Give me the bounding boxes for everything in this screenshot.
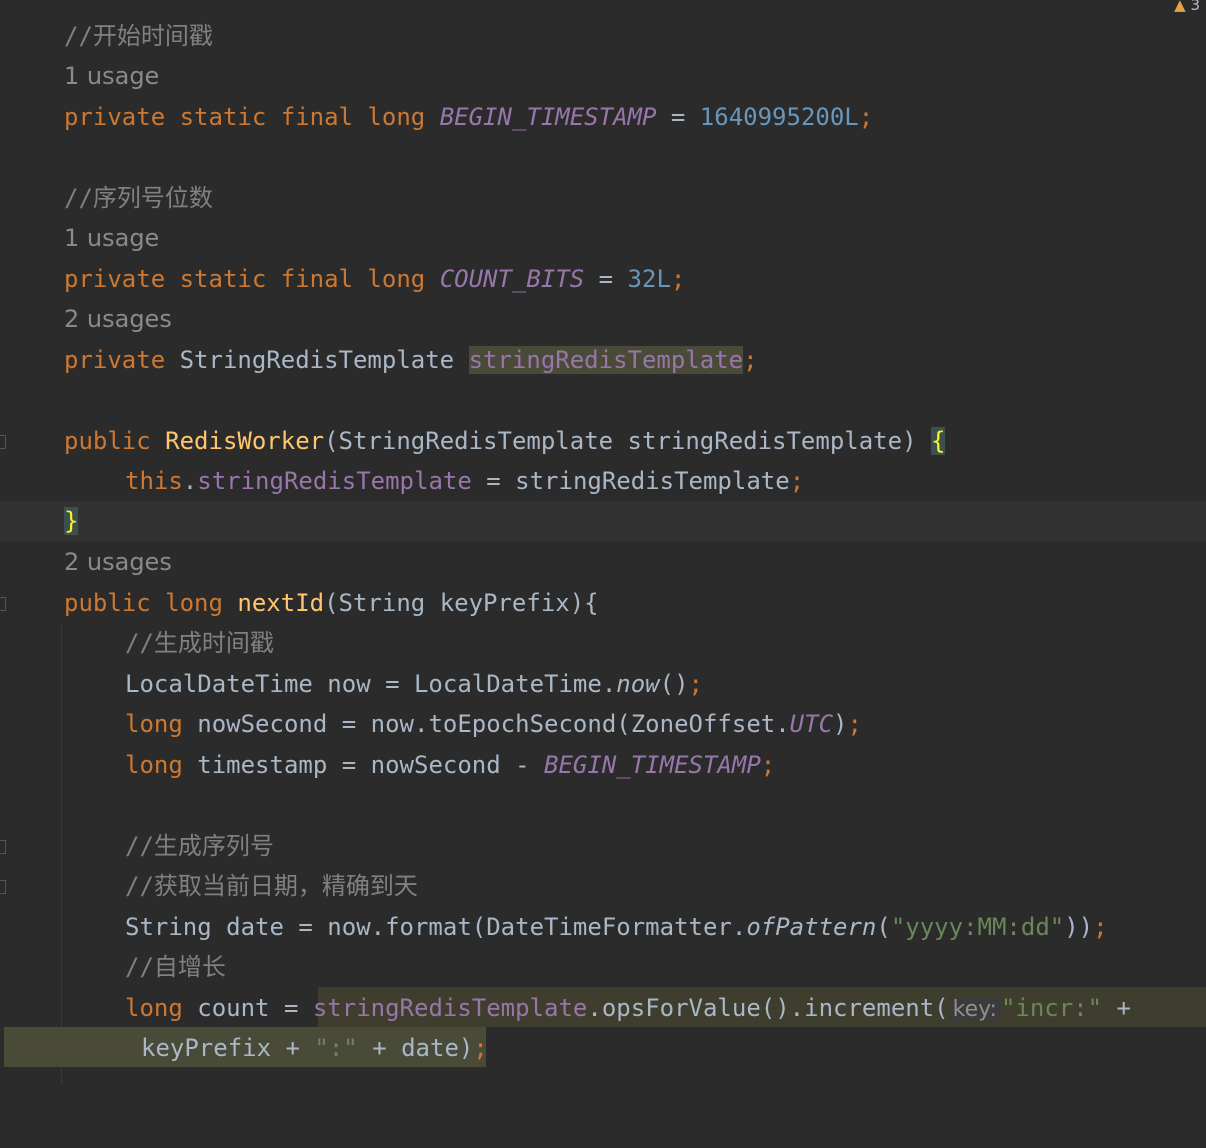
method-name: RedisWorker [165, 427, 325, 455]
operator: = [584, 265, 628, 293]
code-line[interactable]: long timestamp = nowSecond - BEGIN_TIMES… [0, 745, 1206, 785]
keyword: long [125, 994, 198, 1022]
warning-icon: ▲ [1174, 0, 1186, 14]
semicolon: ; [743, 346, 758, 374]
parameters: (StringRedisTemplate stringRedisTemplate… [324, 427, 931, 455]
field-name: stringRedisTemplate [312, 994, 588, 1022]
usage-hint[interactable]: 2 usages [64, 542, 172, 582]
code-comment: //开始时间戳 [64, 22, 213, 50]
parens: ( [876, 913, 891, 941]
code-line-wrapped[interactable]: keyPrefix + ":" + date); [0, 1028, 1206, 1068]
code-line[interactable]: private static final long COUNT_BITS = 3… [0, 259, 1206, 299]
number-literal: 1640995200L [699, 103, 859, 131]
code-line[interactable]: private StringRedisTemplate stringRedisT… [0, 340, 1206, 380]
code-comment: //序列号位数 [64, 184, 213, 212]
parameters: (String keyPrefix){ [324, 589, 599, 617]
matched-brace: { [930, 427, 946, 455]
parens: () [659, 670, 689, 698]
semicolon: ; [670, 265, 686, 293]
code-line[interactable]: //生成序列号 [0, 826, 1206, 866]
code-line[interactable]: this.stringRedisTemplate = stringRedisTe… [0, 461, 1206, 501]
keyword: public [64, 427, 166, 455]
keyword: public long [64, 589, 238, 617]
string-literal: ":" [314, 1034, 358, 1062]
code-line[interactable]: private static final long BEGIN_TIMESTAM… [0, 97, 1206, 137]
code-line[interactable]: long count = stringRedisTemplate.opsForV… [0, 988, 1206, 1028]
keyword: private static final long [64, 103, 440, 131]
code-line[interactable]: //获取当前日期，精确到天 [0, 866, 1206, 906]
semicolon: ; [1093, 913, 1108, 941]
usage-hint[interactable]: 1 usage [64, 218, 159, 258]
string-literal: "yyyy:MM:dd" [890, 913, 1065, 941]
keyword: long [125, 751, 198, 779]
matched-brace: } [64, 507, 79, 535]
semicolon: ; [760, 751, 776, 779]
field-name[interactable]: stringRedisTemplate [468, 346, 744, 374]
semicolon: ; [688, 670, 703, 698]
statement: + date) [357, 1034, 474, 1062]
semicolon: ; [858, 103, 874, 131]
semicolon: ; [473, 1034, 488, 1062]
statement: keyPrefix + [141, 1034, 315, 1062]
code-line[interactable]: //序列号位数 [0, 178, 1206, 218]
constant-name: COUNT_BITS [439, 265, 585, 293]
warnings-indicator[interactable]: ▲ 3 [1174, 0, 1200, 14]
static-call: ofPattern [746, 913, 877, 941]
usage-hint-line[interactable]: 2 usages [0, 542, 1206, 582]
code-comment: //自增长 [125, 953, 226, 981]
usage-hint-line[interactable]: 1 usage [0, 56, 1206, 96]
code-line[interactable]: public long nextId(String keyPrefix){ [0, 583, 1206, 623]
keyword: private static final long [64, 265, 440, 293]
code-comment: //生成时间戳 [125, 629, 274, 657]
keyword: long [125, 710, 198, 738]
string-literal: "incr:" [1000, 994, 1103, 1022]
operator: + [1102, 994, 1132, 1022]
code-line[interactable]: //自增长 [0, 947, 1206, 987]
code-line[interactable]: LocalDateTime now = LocalDateTime.now(); [0, 664, 1206, 704]
usage-hint[interactable]: 1 usage [64, 56, 159, 96]
code-line[interactable]: //开始时间戳 [0, 16, 1206, 56]
parameter-hint: key: [948, 997, 1001, 1022]
statement: nowSecond = now.toEpochSecond(ZoneOffset… [197, 710, 790, 738]
code-line[interactable]: long nowSecond = now.toEpochSecond(ZoneO… [0, 704, 1206, 744]
statement: String date = now.format(DateTimeFormatt… [125, 913, 747, 941]
parens: )) [1064, 913, 1094, 941]
constant-name: BEGIN_TIMESTAMP [439, 103, 657, 131]
field-name: stringRedisTemplate [197, 467, 472, 495]
constant-name: BEGIN_TIMESTAMP [544, 751, 761, 779]
parens: ) [833, 710, 848, 738]
code-comment: //生成序列号 [125, 832, 274, 860]
editor-pane[interactable]: ▲ 3 3 //开始时间戳 1 usage private static fin… [0, 0, 1206, 1089]
assignment: = stringRedisTemplate [471, 467, 790, 495]
usage-hint[interactable]: 2 usages [64, 299, 172, 339]
operator: = [656, 103, 700, 131]
static-call: now [616, 670, 660, 698]
keyword: private [64, 346, 180, 374]
usage-hint-line[interactable]: 2 usages [0, 299, 1206, 339]
type-name: StringRedisTemplate [179, 346, 469, 374]
method-name: nextId [237, 589, 325, 617]
current-line[interactable]: } [0, 501, 1206, 541]
statement: count = [197, 994, 313, 1022]
code-line[interactable]: String date = now.format(DateTimeFormatt… [0, 907, 1206, 947]
dot: . [182, 467, 198, 495]
usage-hint-line[interactable]: 1 usage [0, 218, 1206, 258]
statement: LocalDateTime now = LocalDateTime. [125, 670, 617, 698]
warning-count: 3 [1190, 0, 1200, 14]
statement: timestamp = nowSecond - [197, 751, 545, 779]
keyword: this [125, 467, 183, 495]
semicolon: ; [847, 710, 862, 738]
call-chain: .opsForValue().increment( [587, 994, 949, 1022]
code-line[interactable]: public RedisWorker(StringRedisTemplate s… [0, 421, 1206, 461]
code-comment: //获取当前日期，精确到天 [125, 872, 418, 900]
number-literal: 32L [627, 265, 671, 293]
semicolon: ; [789, 467, 805, 495]
constant-name: UTC [789, 710, 834, 738]
code-line[interactable]: //生成时间戳 [0, 623, 1206, 663]
